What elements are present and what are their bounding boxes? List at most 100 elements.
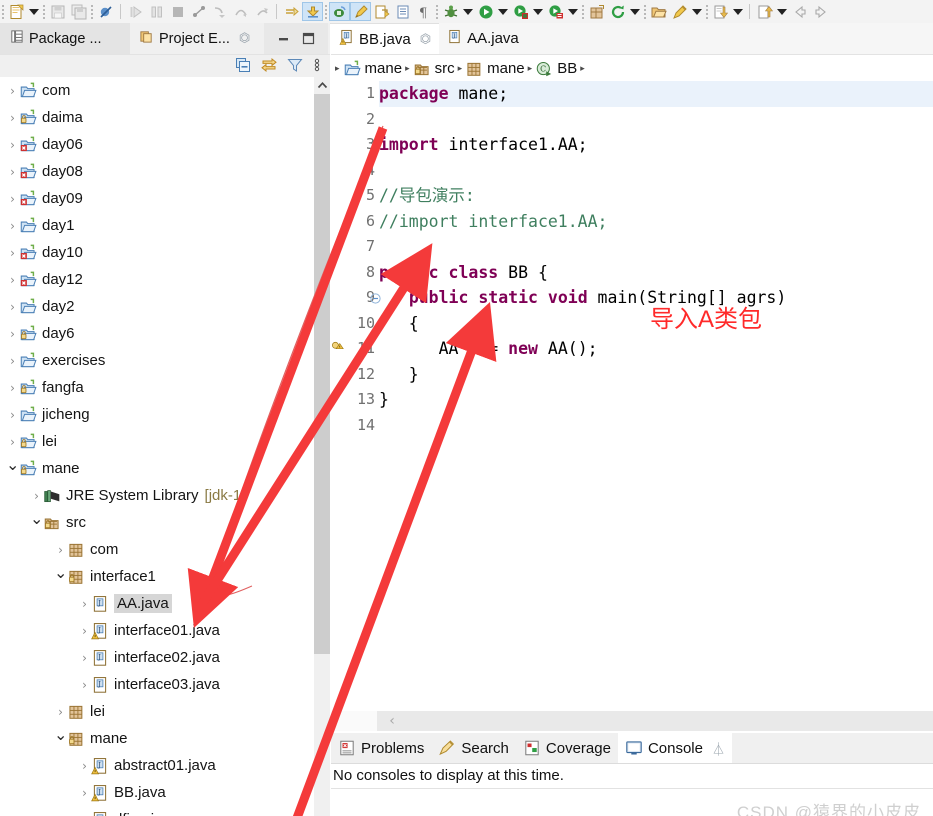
scroll-up-arrow-icon[interactable] [314, 77, 330, 94]
code-line[interactable]: } [379, 362, 933, 388]
save-icon[interactable] [47, 2, 68, 21]
code-text[interactable]: package mane; import interface1.AA; //导包… [379, 81, 933, 711]
chevron-right-icon[interactable]: › [78, 678, 91, 692]
tree-vertical-scrollbar[interactable] [314, 77, 330, 816]
refresh-caret[interactable] [628, 2, 642, 21]
chevron-right-icon[interactable]: › [6, 138, 19, 152]
import-icon[interactable] [710, 2, 731, 21]
view-menu-icon[interactable] [313, 57, 321, 76]
use-step-filters-icon[interactable] [302, 2, 323, 21]
breadcrumb-item-bb[interactable]: C BB [535, 60, 577, 78]
tree-item-day10[interactable]: › day10 [0, 239, 314, 266]
tree-item-interface01-java[interactable]: › Jinterface01.java [0, 617, 314, 644]
pilcrow-icon[interactable]: ¶ [413, 2, 434, 21]
code-line[interactable]: import interface1.AA; [379, 132, 933, 158]
chevron-right-icon[interactable]: › [54, 543, 67, 557]
project-tree[interactable]: › com › daima › day06 › day08 › day09 › day1 › day10 ›… [0, 77, 314, 816]
code-line[interactable] [379, 234, 933, 260]
tree-item-mane[interactable]: ⌄ mane [0, 455, 314, 482]
chevron-right-icon[interactable]: › [78, 624, 91, 638]
terminate-icon[interactable] [167, 2, 188, 21]
chevron-right-icon[interactable]: › [30, 489, 43, 503]
run-icon[interactable] [475, 2, 496, 21]
debug-icon[interactable] [440, 2, 461, 21]
close-icon[interactable]: ⏣ [420, 32, 431, 47]
breadcrumb-item-mane[interactable]: mane [343, 60, 402, 78]
export-caret[interactable] [775, 2, 789, 21]
chevron-right-icon[interactable]: › [78, 813, 91, 816]
tree-item-day08[interactable]: › day08 [0, 158, 314, 185]
chevron-right-icon[interactable]: › [6, 84, 19, 98]
resume-icon[interactable] [125, 2, 146, 21]
import-caret[interactable] [731, 2, 745, 21]
close-icon[interactable]: ⏣ [239, 31, 250, 46]
chevron-right-icon[interactable]: › [6, 408, 19, 422]
tree-item-aa-java[interactable]: › J AA.java [0, 590, 314, 617]
maximize-button[interactable] [301, 32, 316, 45]
new-package-icon[interactable] [586, 2, 607, 21]
tree-item-day2[interactable]: › day2 [0, 293, 314, 320]
code-line[interactable]: package mane; [379, 81, 933, 107]
close-icon[interactable]: ⏃ [712, 739, 725, 758]
tree-item-interface1[interactable]: ⌄ interface1 [0, 563, 314, 590]
tab-coverage[interactable]: Coverage [516, 733, 618, 763]
scroll-left-arrow-icon[interactable]: ‹ [383, 711, 401, 731]
code-line[interactable]: public class BB { [379, 260, 933, 286]
back-icon[interactable] [789, 2, 810, 21]
step-into-icon[interactable] [209, 2, 230, 21]
code-line[interactable]: //导包演示: [379, 183, 933, 209]
new-wizard-icon[interactable] [6, 2, 27, 21]
tree-item-jre-system-library[interactable]: › JRE System Library [jdk-17 [0, 482, 314, 509]
tree-item-com[interactable]: › com [0, 77, 314, 104]
tree-item-lei[interactable]: › lei [0, 428, 314, 455]
tab-problems[interactable]: Problems [331, 733, 431, 763]
run-dropdown-caret[interactable] [496, 2, 510, 21]
tree-item-interface02-java[interactable]: › Jinterface02.java [0, 644, 314, 671]
chevron-right-icon[interactable]: › [6, 111, 19, 125]
tab-aa-java[interactable]: J AA.java [439, 23, 527, 54]
tree-item-mane[interactable]: ⌄ mane [0, 725, 314, 752]
chevron-down-icon[interactable]: ⌄ [30, 510, 43, 526]
edit-icon[interactable] [669, 2, 690, 21]
tab-bb-java[interactable]: J BB.java ⏣ [331, 23, 440, 54]
collapse-all-icon[interactable] [235, 57, 251, 76]
chevron-right-icon[interactable]: › [6, 219, 19, 233]
toolbar-drag-handle[interactable] [1, 3, 5, 20]
chevron-down-icon[interactable]: ⌄ [54, 564, 67, 580]
coverage-icon[interactable] [545, 2, 566, 21]
chevron-right-icon[interactable]: › [6, 435, 19, 449]
code-line[interactable] [379, 413, 933, 439]
tree-item-daima[interactable]: › daima [0, 104, 314, 131]
save-all-icon[interactable] [68, 2, 89, 21]
chevron-down-icon[interactable]: ⌄ [6, 456, 19, 472]
tree-item-day6[interactable]: › day6 [0, 320, 314, 347]
coverage-dropdown-caret[interactable] [566, 2, 580, 21]
run-last-icon[interactable] [510, 2, 531, 21]
new-dropdown-caret[interactable] [27, 2, 41, 21]
code-line[interactable]: } [379, 387, 933, 413]
breadcrumb[interactable]: ▸ mane ▸ src ▸ mane ▸ C BB ▸ [331, 55, 933, 83]
run-last-caret[interactable] [531, 2, 545, 21]
code-line[interactable] [379, 158, 933, 184]
chevron-right-icon[interactable]: › [6, 273, 19, 287]
editor-horizontal-scrollbar[interactable]: ‹ [331, 711, 933, 731]
code-line[interactable]: //import interface1.AA; [379, 209, 933, 235]
toggle-breakpoint-icon[interactable] [95, 2, 116, 21]
tab-project-explorer[interactable]: Project E... ⏣ [130, 23, 265, 54]
export-icon[interactable] [754, 2, 775, 21]
chevron-down-icon[interactable]: ⌄ [54, 726, 67, 742]
chevron-right-icon[interactable]: › [6, 192, 19, 206]
tab-console[interactable]: Console ⏃ [617, 733, 732, 763]
drop-to-frame-icon[interactable] [281, 2, 302, 21]
step-over-icon[interactable] [230, 2, 251, 21]
tree-item-abstract01-java[interactable]: › Jabstract01.java [0, 752, 314, 779]
open-task-icon[interactable] [350, 2, 371, 21]
tree-item-interface03-java[interactable]: › Jinterface03.java [0, 671, 314, 698]
suspend-icon[interactable] [146, 2, 167, 21]
minimize-button[interactable] [276, 32, 291, 45]
tab-search[interactable]: Search [431, 733, 516, 763]
chevron-right-icon[interactable]: › [6, 327, 19, 341]
scrollbar-thumb[interactable] [314, 94, 330, 654]
breadcrumb-item-mane[interactable]: mane [465, 60, 525, 78]
chevron-right-icon[interactable]: › [54, 705, 67, 719]
